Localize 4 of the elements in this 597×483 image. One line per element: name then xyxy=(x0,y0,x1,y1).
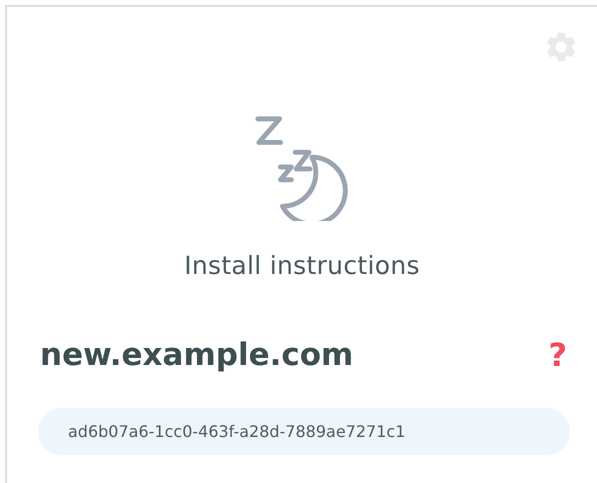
page-title: Install instructions xyxy=(184,251,420,280)
domain-name: new.example.com xyxy=(40,337,354,373)
help-button[interactable]: ? xyxy=(544,336,571,374)
token-field[interactable]: ad6b07a6-1cc0-463f-a28d-7889ae7271c1 xyxy=(38,408,570,455)
